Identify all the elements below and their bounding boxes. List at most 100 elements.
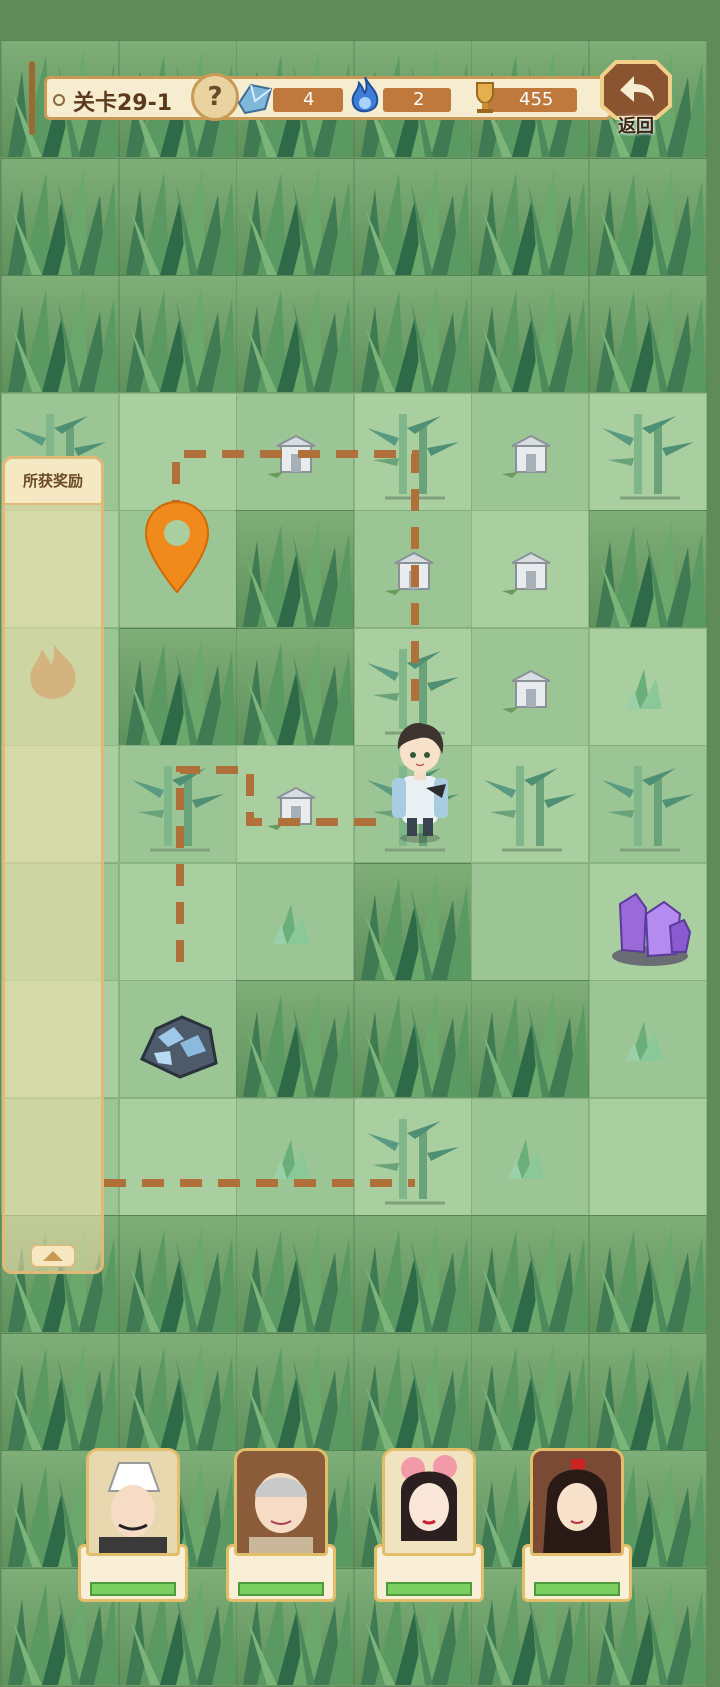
dense-icon <box>8 168 118 275</box>
map-tile-dense[interactable] <box>118 627 237 746</box>
map-tile-dense[interactable] <box>236 1215 354 1333</box>
map-tile-stone-lantern[interactable] <box>471 627 589 746</box>
map-tile-bamboo[interactable] <box>118 745 237 863</box>
map-tile-dense[interactable] <box>118 275 237 393</box>
map-tile-grass-tuft[interactable] <box>471 1097 589 1216</box>
map-tile-dense[interactable] <box>236 157 354 276</box>
map-tile-dense[interactable] <box>471 275 589 393</box>
map-tile-stone-lantern[interactable] <box>471 392 589 511</box>
purple-crystal-icon <box>611 892 691 966</box>
map-tile-bamboo[interactable] <box>353 392 472 511</box>
dense-icon <box>360 991 471 1097</box>
reward-panel[interactable]: 所获奖励 <box>2 456 104 1274</box>
map-tile-dense[interactable] <box>1 157 119 276</box>
map-tile-dense[interactable] <box>588 157 707 276</box>
map-tile-dense[interactable] <box>353 980 472 1098</box>
dense-icon <box>478 1226 588 1332</box>
map-tile-dense[interactable] <box>236 510 354 628</box>
bamboo-icon <box>131 766 224 852</box>
hero-card-2[interactable] <box>226 1448 336 1602</box>
map-tile-dense[interactable] <box>236 275 354 393</box>
map-tile-dense[interactable] <box>471 157 589 276</box>
blue-crystal-icon <box>237 83 273 115</box>
player-character[interactable] <box>384 714 456 844</box>
hero-portrait-swordswoman <box>530 1448 624 1556</box>
level-label: 关卡29-1 <box>73 91 173 116</box>
blue-ore-icon <box>139 1015 218 1079</box>
stone-lantern-icon <box>502 669 551 713</box>
map-tile-dense[interactable] <box>588 1332 707 1451</box>
map-tile-dense[interactable] <box>118 1215 237 1333</box>
dense-icon <box>243 991 353 1097</box>
destination-marker-icon[interactable] <box>144 500 210 594</box>
map-tile-dense[interactable] <box>588 275 707 393</box>
dense-icon <box>360 1226 471 1332</box>
hero-card-3[interactable] <box>374 1448 484 1602</box>
map-tile-open[interactable] <box>118 1097 237 1216</box>
hero-card-1[interactable] <box>78 1448 188 1602</box>
reward-panel-title: 所获奖励 <box>5 459 101 505</box>
bamboo-icon <box>366 413 459 499</box>
map-tile-open[interactable] <box>118 862 237 981</box>
back-button[interactable]: 返回 <box>600 60 672 137</box>
map-tile-dense[interactable] <box>1 275 119 393</box>
map-tile-grass-tuft[interactable] <box>588 627 707 746</box>
map-tile-dense[interactable] <box>353 1332 472 1451</box>
help-button[interactable]: ? <box>191 73 239 121</box>
map-tile-stone-lantern[interactable] <box>236 745 354 863</box>
dense-icon <box>243 638 353 745</box>
stone-lantern-icon <box>502 551 551 595</box>
map-tile-dense[interactable] <box>236 627 354 746</box>
map-tile-stone-lantern[interactable] <box>236 392 354 511</box>
hero-card-4[interactable] <box>522 1448 632 1602</box>
hero-portrait-lady <box>382 1448 476 1556</box>
map-tile-stone-lantern[interactable] <box>353 510 472 628</box>
map-tile-dense[interactable] <box>353 862 472 981</box>
map-tile-dense[interactable] <box>118 1332 237 1451</box>
map-tile-dense[interactable] <box>471 1215 589 1333</box>
map-tile-open[interactable] <box>118 392 237 511</box>
map-tile-purple-crystal[interactable] <box>588 862 707 981</box>
map-tile-dense[interactable] <box>353 157 472 276</box>
dense-icon <box>360 873 471 980</box>
map-tile-stone-lantern[interactable] <box>471 510 589 628</box>
reward-slot-icon <box>30 643 76 699</box>
map-tile-dense[interactable] <box>471 980 589 1098</box>
map-tile-open[interactable] <box>471 862 589 981</box>
dense-icon <box>478 1343 588 1450</box>
map-tile-dense[interactable] <box>471 1332 589 1451</box>
crystal-counter: 4 <box>273 88 343 112</box>
map-tile-dense[interactable] <box>588 510 707 628</box>
collapse-arrow-icon[interactable] <box>31 1245 75 1267</box>
trophy-count: 455 <box>519 89 554 110</box>
return-arrow-icon <box>600 60 672 120</box>
hero-portrait-monk <box>234 1448 328 1556</box>
map-tile-dense[interactable] <box>588 1215 707 1333</box>
map-tile-dense[interactable] <box>1 1332 119 1451</box>
map-tile-dense[interactable] <box>353 275 472 393</box>
map-tile-bamboo[interactable] <box>588 392 707 511</box>
map-tile-grass-tuft[interactable] <box>236 862 354 981</box>
game-board <box>0 0 720 1686</box>
map-tile-grass-tuft[interactable] <box>236 1097 354 1216</box>
dense-icon <box>595 168 706 275</box>
stone-lantern-icon <box>384 551 433 595</box>
map-tile-open[interactable] <box>588 1097 707 1216</box>
dense-icon <box>243 168 353 275</box>
map-tile-dense[interactable] <box>236 980 354 1098</box>
map-tile-grass-tuft[interactable] <box>588 980 707 1098</box>
map-tile-dense[interactable] <box>236 1332 354 1451</box>
map-tile-dense[interactable] <box>353 1215 472 1333</box>
dense-icon <box>8 1343 118 1450</box>
dense-icon <box>125 1343 236 1450</box>
map-tile-bamboo[interactable] <box>588 745 707 863</box>
grass-tuft-icon <box>625 668 662 709</box>
bamboo-icon <box>366 1118 459 1204</box>
dense-icon <box>243 1226 353 1332</box>
map-tile-bamboo[interactable] <box>471 745 589 863</box>
map-tile-dense[interactable] <box>118 157 237 276</box>
map-tile-bamboo[interactable] <box>353 1097 472 1216</box>
dense-icon <box>360 168 471 275</box>
map-tile-blue-ore[interactable] <box>118 980 237 1098</box>
flame-counter: 2 <box>383 88 451 112</box>
